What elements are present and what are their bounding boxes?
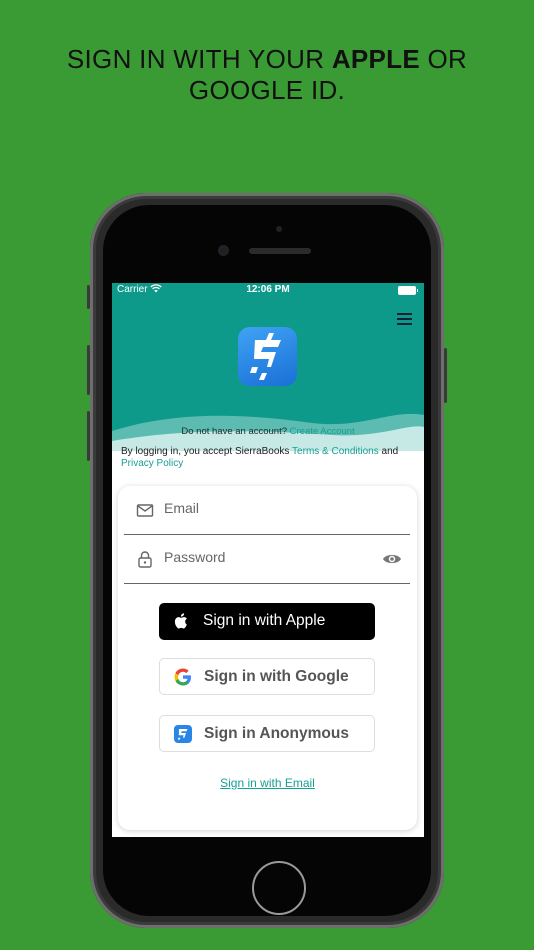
- privacy-policy-link[interactable]: Privacy Policy: [121, 458, 183, 469]
- mail-icon: [136, 504, 154, 517]
- sierrabooks-icon: [174, 725, 192, 743]
- headline-line-2: GOOGLE ID.: [188, 75, 346, 105]
- sensor: [276, 226, 282, 232]
- sign-in-email-link[interactable]: Sign in with Email: [118, 776, 417, 790]
- power-button: [444, 348, 447, 403]
- app-logo: [238, 327, 297, 386]
- login-card: Email Password Sign in with Apple Sign i…: [118, 486, 417, 830]
- apple-icon: [174, 613, 187, 629]
- volume-down-button: [87, 411, 90, 461]
- apple-button-label: Sign in with Apple: [203, 612, 326, 629]
- status-bar: Carrier 12:06 PM: [112, 283, 424, 297]
- header-hero: Carrier 12:06 PM Do not have an account?…: [112, 283, 424, 451]
- terms-link[interactable]: Terms & Conditions: [292, 446, 379, 457]
- email-placeholder: Email: [164, 500, 200, 516]
- battery-icon: [398, 286, 418, 295]
- front-camera: [218, 245, 229, 256]
- app-screen: Carrier 12:06 PM Do not have an account?…: [112, 283, 424, 837]
- password-placeholder: Password: [164, 549, 226, 565]
- create-account-link[interactable]: Create Account: [290, 426, 355, 437]
- headline-line-1: SIGN IN WITH YOUR APPLE OR: [66, 44, 468, 74]
- sign-in-google-button[interactable]: Sign in with Google: [159, 658, 375, 695]
- headline-bold: APPLE: [331, 44, 420, 74]
- earpiece-speaker: [249, 248, 311, 254]
- email-field[interactable]: Email: [124, 489, 410, 535]
- status-time: 12:06 PM: [246, 284, 290, 295]
- lock-icon: [138, 551, 152, 568]
- terms-notice: By logging in, you accept SierraBooks Te…: [121, 446, 399, 469]
- menu-icon[interactable]: [397, 313, 412, 325]
- google-icon: [174, 668, 191, 686]
- password-field[interactable]: Password: [124, 538, 410, 584]
- eye-icon[interactable]: [382, 552, 402, 566]
- home-button[interactable]: [252, 861, 306, 915]
- sign-in-apple-button[interactable]: Sign in with Apple: [159, 603, 375, 640]
- google-button-label: Sign in with Google: [204, 668, 349, 685]
- mute-switch: [87, 285, 90, 309]
- headline: SIGN IN WITH YOUR APPLE OR GOOGLE ID.: [0, 44, 534, 106]
- sign-in-anonymous-button[interactable]: Sign in Anonymous: [159, 715, 375, 752]
- anonymous-button-label: Sign in Anonymous: [204, 725, 349, 742]
- volume-up-button: [87, 345, 90, 395]
- create-account-prompt: Do not have an account? Create Account: [181, 426, 355, 437]
